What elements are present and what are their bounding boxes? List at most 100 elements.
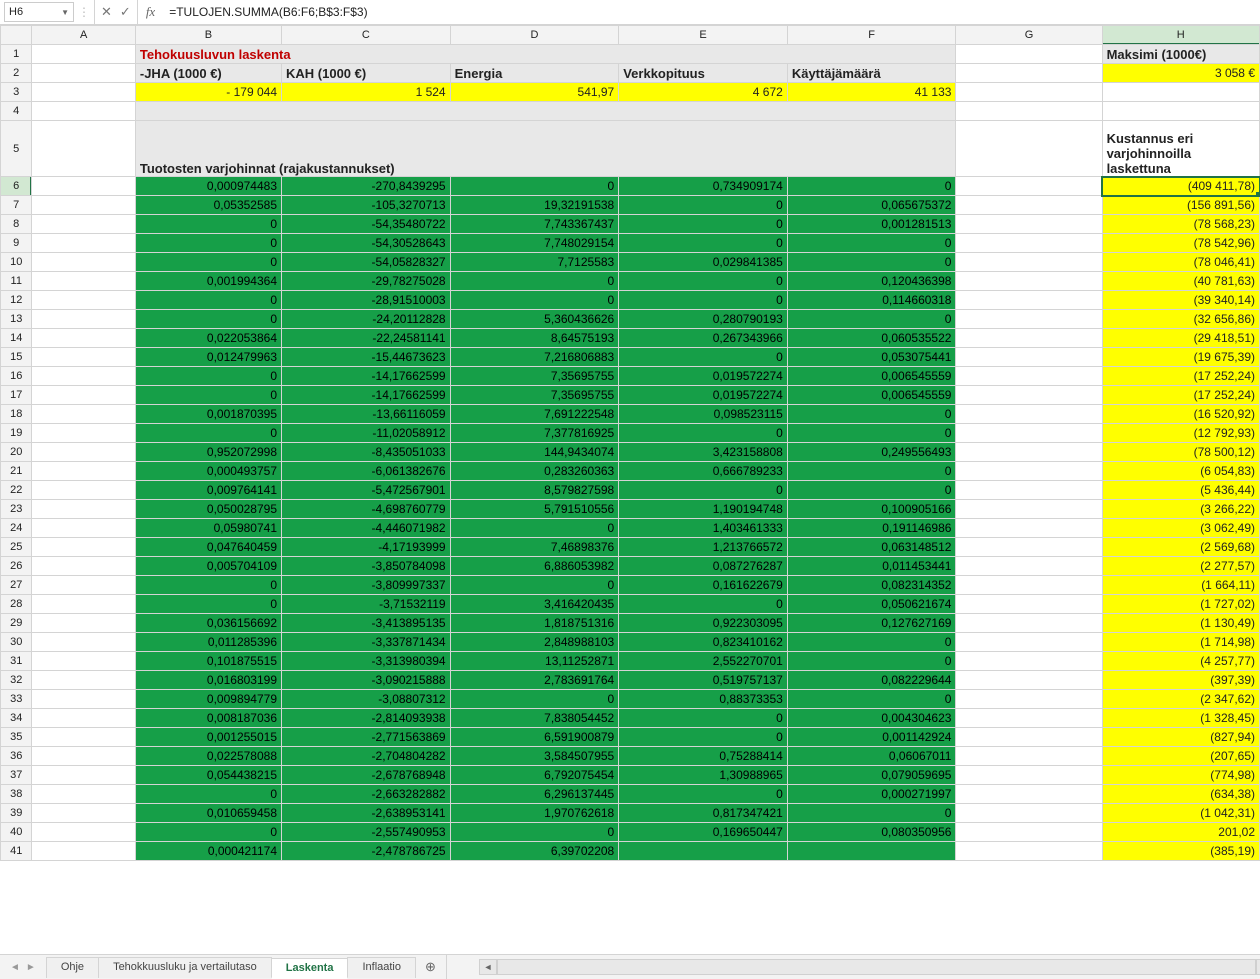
cell[interactable]: -28,91510003 [282, 291, 451, 310]
cell[interactable]: 0,019572274 [619, 386, 788, 405]
row-header[interactable]: 39 [1, 804, 32, 823]
cell[interactable]: 0,098523115 [619, 405, 788, 424]
cell[interactable]: -2,557490953 [282, 823, 451, 842]
cell[interactable] [32, 614, 135, 633]
sheet-tab[interactable]: Tehokkuusluku ja vertailutaso [98, 957, 272, 978]
cell[interactable]: -22,24581141 [282, 329, 451, 348]
cell[interactable]: -6,061382676 [282, 462, 451, 481]
formula-input[interactable]: =TULOJEN.SUMMA(B6:F6;B$3:F$3) [163, 5, 1256, 19]
cell[interactable]: 0,080350956 [787, 823, 956, 842]
cell[interactable]: 7,838054452 [450, 709, 619, 728]
cell[interactable]: 0,120436398 [787, 272, 956, 291]
cell[interactable]: (12 792,93) [1102, 424, 1259, 443]
cell[interactable] [32, 253, 135, 272]
cell[interactable] [32, 196, 135, 215]
cell[interactable]: 0,010659458 [135, 804, 281, 823]
cell[interactable]: 6,792075454 [450, 766, 619, 785]
cell[interactable] [32, 671, 135, 690]
cell[interactable]: 0,001255015 [135, 728, 281, 747]
cell[interactable]: (3 266,22) [1102, 500, 1259, 519]
cell[interactable]: 0,000493757 [135, 462, 281, 481]
cell[interactable] [32, 709, 135, 728]
cell[interactable] [956, 728, 1102, 747]
cell[interactable] [32, 576, 135, 595]
cell[interactable]: 0 [619, 348, 788, 367]
cell[interactable] [956, 500, 1102, 519]
row-header[interactable]: 15 [1, 348, 32, 367]
cell[interactable]: (385,19) [1102, 842, 1259, 861]
cell[interactable]: -15,44673623 [282, 348, 451, 367]
cell[interactable]: 1,970762618 [450, 804, 619, 823]
col-header-D[interactable]: D [450, 26, 619, 45]
cell[interactable] [956, 405, 1102, 424]
cell[interactable]: 7,7125583 [450, 253, 619, 272]
cell[interactable] [956, 234, 1102, 253]
row-header[interactable]: 5 [1, 121, 32, 177]
cell[interactable]: 0,082314352 [787, 576, 956, 595]
cell[interactable]: (4 257,77) [1102, 652, 1259, 671]
cell[interactable]: 0,06067011 [787, 747, 956, 766]
cell[interactable]: 0,036156692 [135, 614, 281, 633]
cell[interactable] [956, 102, 1102, 121]
cell[interactable]: 5,791510556 [450, 500, 619, 519]
cell[interactable] [32, 121, 135, 177]
cell[interactable]: 0 [450, 519, 619, 538]
cell[interactable] [956, 272, 1102, 291]
cell[interactable]: 1 524 [282, 83, 451, 102]
cell[interactable]: 0,169650447 [619, 823, 788, 842]
cell[interactable]: 0,008187036 [135, 709, 281, 728]
cell[interactable]: 0,009894779 [135, 690, 281, 709]
row-header[interactable]: 18 [1, 405, 32, 424]
row-header[interactable]: 30 [1, 633, 32, 652]
col-header-B[interactable]: B [135, 26, 281, 45]
cell[interactable]: (78 568,23) [1102, 215, 1259, 234]
cell[interactable]: 0 [787, 253, 956, 272]
cell[interactable] [32, 348, 135, 367]
cell[interactable]: (774,98) [1102, 766, 1259, 785]
sheet-tab[interactable]: Laskenta [271, 958, 349, 979]
cell[interactable]: KAH (1000 €) [282, 64, 451, 83]
cell[interactable]: 7,691222548 [450, 405, 619, 424]
cell[interactable]: 1,818751316 [450, 614, 619, 633]
cell[interactable] [32, 462, 135, 481]
cell[interactable] [1102, 102, 1259, 121]
cell[interactable]: 13,11252871 [450, 652, 619, 671]
cell[interactable]: 0 [450, 177, 619, 196]
cell[interactable]: (1 714,98) [1102, 633, 1259, 652]
cell[interactable] [32, 785, 135, 804]
cell[interactable]: 0,161622679 [619, 576, 788, 595]
cell[interactable]: (3 062,49) [1102, 519, 1259, 538]
cell[interactable]: (156 891,56) [1102, 196, 1259, 215]
cell[interactable]: 0,952072998 [135, 443, 281, 462]
cell[interactable]: 0,054438215 [135, 766, 281, 785]
cell[interactable]: 1,190194748 [619, 500, 788, 519]
cell[interactable]: 0 [135, 823, 281, 842]
cell[interactable]: 0 [135, 291, 281, 310]
row-header[interactable]: 10 [1, 253, 32, 272]
cell[interactable]: (39 340,14) [1102, 291, 1259, 310]
row-header[interactable]: 28 [1, 595, 32, 614]
cell[interactable] [956, 348, 1102, 367]
cell[interactable] [956, 121, 1102, 177]
cell[interactable]: 1,403461333 [619, 519, 788, 538]
cell[interactable] [956, 576, 1102, 595]
cell[interactable]: - 179 044 [135, 83, 281, 102]
cell[interactable]: 3 058 € [1102, 64, 1259, 83]
row-header[interactable]: 4 [1, 102, 32, 121]
row-header[interactable]: 40 [1, 823, 32, 842]
cell[interactable]: 0 [787, 652, 956, 671]
cell[interactable] [956, 45, 1102, 64]
cell[interactable]: 0 [787, 177, 956, 196]
cell[interactable]: 0 [135, 253, 281, 272]
cell[interactable]: (1 328,45) [1102, 709, 1259, 728]
cell[interactable] [32, 405, 135, 424]
cell[interactable]: 19,32191538 [450, 196, 619, 215]
cell[interactable]: 0 [787, 633, 956, 652]
cell[interactable]: Tuotosten varjohinnat (rajakustannukset) [135, 121, 956, 177]
cell[interactable]: 7,46898376 [450, 538, 619, 557]
cell[interactable]: 0,053075441 [787, 348, 956, 367]
cell[interactable]: (827,94) [1102, 728, 1259, 747]
cell[interactable]: 0 [135, 234, 281, 253]
cell[interactable] [32, 102, 135, 121]
cell[interactable]: 0,000271997 [787, 785, 956, 804]
